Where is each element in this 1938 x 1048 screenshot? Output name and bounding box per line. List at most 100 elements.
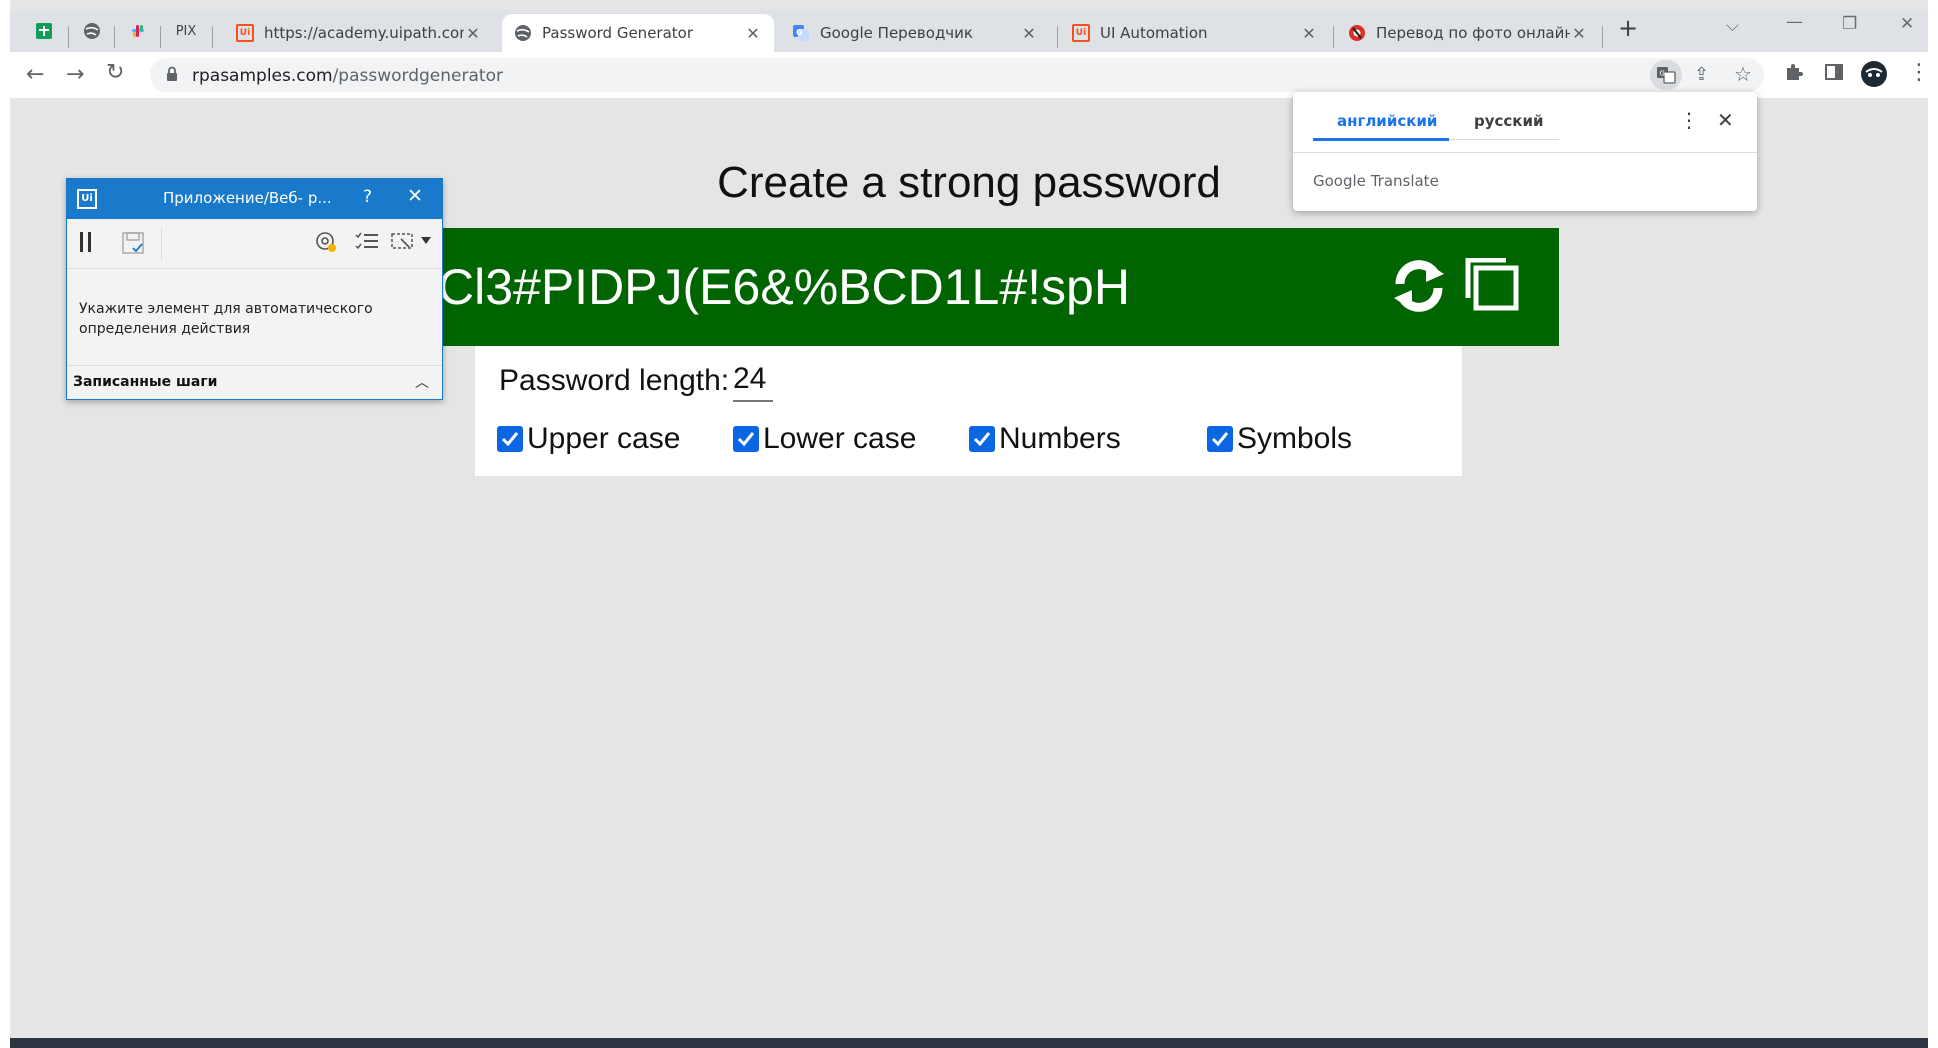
steps-list-icon[interactable] — [355, 231, 379, 256]
close-icon[interactable]: ✕ — [1570, 24, 1588, 43]
photo-translate-icon — [1348, 24, 1366, 42]
address-bar[interactable]: rpasamples.com/passwordgenerator G ⇪ ☆ — [150, 58, 1764, 92]
tab-search-chevron-icon[interactable]: ⌵ — [1726, 16, 1739, 36]
profile-avatar[interactable] — [1860, 60, 1888, 93]
tab-separator — [1057, 26, 1058, 48]
close-icon[interactable]: ✕ — [1020, 24, 1038, 43]
password-options: Password length: 24 Upper case Lower cas… — [475, 346, 1462, 476]
menu-kebab-icon[interactable]: ⋮ — [1908, 60, 1930, 85]
checkbox-checked[interactable] — [969, 426, 995, 452]
recorded-steps-label: Записанные шаги — [73, 374, 218, 390]
slack-icon — [132, 25, 144, 37]
url-host: rpasamples.com — [192, 66, 333, 86]
recorder-titlebar[interactable]: Ui Приложение/Веб- р... ? ✕ — [67, 179, 442, 219]
option-symbols[interactable]: Symbols — [1207, 422, 1352, 456]
taskbar-strip — [10, 1038, 1928, 1048]
recording-options-icon[interactable] — [391, 231, 435, 256]
help-button[interactable]: ? — [363, 187, 372, 207]
tab-separator — [1602, 26, 1603, 48]
url-text: rpasamples.com/passwordgenerator — [192, 66, 503, 86]
option-upper-case[interactable]: Upper case — [497, 422, 680, 456]
checkmark-icon — [1211, 432, 1229, 447]
recorder-window: Ui Приложение/Веб- р... ? ✕ Укажите элем… — [66, 178, 443, 400]
recorded-steps-header[interactable]: Записанные шаги ︿ — [67, 365, 442, 399]
toolbar-divider — [161, 227, 162, 261]
tab-source-language[interactable]: английский — [1337, 112, 1437, 130]
share-icon[interactable]: ⇪ — [1694, 64, 1709, 85]
copy-icon[interactable] — [1464, 258, 1520, 312]
url-path: /passwordgenerator — [332, 66, 503, 86]
brand-product: Translate — [1370, 172, 1439, 190]
translate-page-button[interactable]: G — [1650, 60, 1682, 90]
tab-title: UI Automation — [1100, 24, 1208, 42]
recorder-instruction: Укажите элемент для автоматического опре… — [79, 301, 373, 337]
checkbox-checked[interactable] — [497, 426, 523, 452]
google-translate-brand: Google Translate — [1313, 172, 1439, 190]
pinned-tab-pix[interactable]: PIX — [166, 16, 206, 46]
translate-icon: G — [1657, 67, 1676, 84]
checkbox-checked[interactable] — [1207, 426, 1233, 452]
close-icon[interactable]: ✕ — [464, 24, 482, 43]
window-close-button[interactable]: ✕ — [1900, 14, 1914, 34]
generated-password: Cl3#PIDPJ(E6&%BCD1L#!spH — [438, 259, 1130, 315]
recorder-toolbar — [67, 219, 442, 269]
close-icon[interactable]: ✕ — [1300, 24, 1318, 43]
refresh-icon[interactable] — [1390, 258, 1448, 314]
tab-separator — [114, 26, 115, 48]
pinned-tab-sheets[interactable] — [24, 16, 64, 46]
browser-window: PIX Ui https://academy.uipath.com/p ✕ Pa… — [10, 0, 1930, 1048]
lock-icon — [167, 66, 177, 81]
tab-google-translate[interactable]: G Google Переводчик ✕ — [780, 14, 1050, 52]
tab-academy[interactable]: Ui https://academy.uipath.com/p ✕ — [224, 14, 494, 52]
restore-button[interactable]: ❐ — [1842, 14, 1857, 34]
globe-icon — [84, 23, 100, 39]
chevron-up-icon[interactable]: ︿ — [415, 372, 429, 392]
option-label: Symbols — [1237, 422, 1353, 455]
forward-button[interactable]: → — [66, 62, 84, 87]
uipath-logo-icon: Ui — [77, 189, 97, 209]
tab-ui-automation[interactable]: Ui UI Automation ✕ — [1060, 14, 1330, 52]
save-icon[interactable] — [121, 231, 145, 260]
checkmark-icon — [737, 432, 755, 447]
tab-title: Password Generator — [542, 24, 694, 42]
recorder-title: Приложение/Веб- р... — [163, 189, 332, 207]
close-icon[interactable]: ✕ — [1717, 108, 1734, 132]
new-tab-button[interactable]: + — [1618, 14, 1638, 42]
tab-strip: PIX Ui https://academy.uipath.com/p ✕ Pa… — [10, 10, 1928, 52]
bookmark-star-icon[interactable]: ☆ — [1734, 62, 1752, 86]
uipath-icon: Ui — [1072, 24, 1090, 42]
divider — [1293, 152, 1757, 153]
option-label: Upper case — [527, 422, 681, 455]
active-tab-indicator — [1313, 138, 1449, 141]
checkbox-checked[interactable] — [733, 426, 759, 452]
pinned-tab-label: PIX — [175, 23, 197, 39]
tab-target-language[interactable]: русский — [1474, 112, 1544, 130]
google-translate-icon: G — [792, 24, 810, 42]
option-lower-case[interactable]: Lower case — [733, 422, 916, 456]
side-panel-icon[interactable] — [1824, 62, 1844, 87]
close-icon[interactable]: ✕ — [744, 24, 762, 43]
checkmark-icon — [973, 432, 991, 447]
length-label: Password length: — [499, 364, 730, 397]
sheets-icon — [36, 23, 52, 39]
pinned-tab-globe[interactable] — [72, 16, 112, 46]
tab-photo-translate[interactable]: Перевод по фото онлайн с а ✕ — [1336, 14, 1600, 52]
close-button[interactable]: ✕ — [407, 185, 423, 207]
target-icon[interactable] — [315, 231, 337, 258]
tab-separator — [68, 26, 69, 48]
minimize-button[interactable]: — — [1786, 12, 1803, 32]
brand-google: Google — [1313, 172, 1366, 190]
pause-icon[interactable] — [79, 231, 93, 258]
uipath-icon: Ui — [236, 24, 254, 42]
pinned-tab-slack[interactable] — [118, 16, 158, 46]
globe-icon — [514, 24, 532, 42]
back-button[interactable]: ← — [26, 62, 44, 87]
more-options-icon[interactable]: ⋮ — [1679, 108, 1699, 132]
option-numbers[interactable]: Numbers — [969, 422, 1121, 456]
reload-button[interactable]: ↻ — [106, 60, 124, 85]
tab-password-generator[interactable]: Password Generator ✕ — [502, 14, 774, 52]
length-input[interactable]: 24 — [733, 362, 773, 402]
extensions-puzzle-icon[interactable] — [1784, 62, 1804, 87]
tab-title: https://academy.uipath.com/p — [264, 24, 464, 42]
svg-text:G: G — [796, 28, 803, 37]
